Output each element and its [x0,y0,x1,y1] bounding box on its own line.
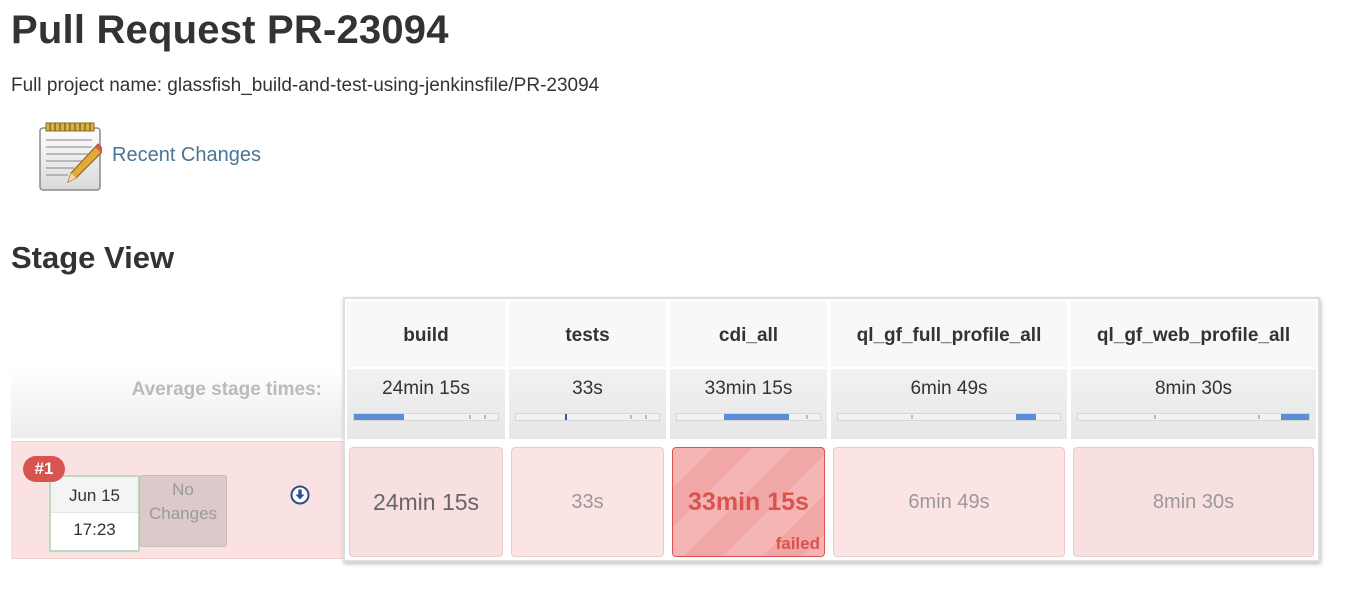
stage-progress-fill [1015,414,1036,420]
stage-progress-fill [354,414,405,420]
stage-table: build 24min 15s 24min 15s tests 33s 33s … [343,297,1320,562]
stage-progress-bar [1077,413,1310,421]
stage-average-ql-gf-full-profile-all: 6min 49s [831,369,1067,439]
stage-average-ql-gf-web-profile-all: 8min 30s [1071,369,1316,439]
stage-header-ql-gf-web-profile-all: ql_gf_web_profile_all [1071,301,1316,367]
stage-cell-duration: 33min 15s [688,488,809,516]
stage-column-cdi-all: cdi_all 33min 15s 33min 15s failed [668,299,829,560]
stage-column-build: build 24min 15s 24min 15s [345,299,507,560]
full-project-name: Full project name: glassfish_build-and-t… [11,75,600,96]
bar-tick [911,415,914,419]
recent-changes-link[interactable]: Recent Changes [38,122,261,192]
build-date: Jun 15 [51,477,138,513]
stage-column-ql-gf-full-profile-all: ql_gf_full_profile_all 6min 49s 6min 49s [829,299,1069,560]
download-icon[interactable] [289,484,311,506]
stage-header-build: build [347,301,505,367]
stage-progress-fill [1281,414,1309,420]
stage-progress-bar [353,413,499,421]
stage-average-tests: 33s [509,369,666,439]
failed-status-label: failed [775,534,820,553]
average-times-label: Average stage times: [131,379,322,400]
stage-column-tests: tests 33s 33s [507,299,668,560]
stage-column-ql-gf-web-profile-all: ql_gf_web_profile_all 8min 30s 8min 30s [1069,299,1318,560]
stage-average-build: 24min 15s [347,369,505,439]
build-changes-box: No Changes [139,475,227,547]
recent-changes-label[interactable]: Recent Changes [112,144,261,167]
stage-average-time: 33s [572,378,603,399]
stage-header-ql-gf-full-profile-all: ql_gf_full_profile_all [831,301,1067,367]
bar-tick [1258,415,1261,419]
notepad-icon [39,122,102,191]
stage-average-time: 8min 30s [1154,378,1233,399]
stage-cell-ql-gf-full-profile-all[interactable]: 6min 49s [833,447,1065,557]
stage-cell-build[interactable]: 24min 15s [349,447,503,557]
average-times-row-header: Average stage times: [11,367,343,438]
stage-average-time: 6min 49s [910,378,988,399]
stage-view-title: Stage View [11,240,175,275]
stage-header-tests: tests [509,301,666,367]
build-row[interactable]: #1 Jun 15 17:23 No Changes [11,441,343,559]
stage-progress-bar [676,413,821,421]
bar-tick [1154,415,1157,419]
build-timestamp: Jun 15 17:23 [49,475,140,552]
bar-tick [644,415,647,419]
stage-average-time: 24min 15s [382,378,470,399]
page-title: Pull Request PR-23094 [11,8,449,52]
bar-tick [483,415,486,419]
stage-progress-fill [724,414,789,420]
stage-cell-cdi-all[interactable]: 33min 15s failed [672,447,825,557]
stage-progress-bar [837,413,1061,421]
stage-header-cdi-all: cdi_all [670,301,827,367]
stage-progress-fill [564,414,567,420]
build-time: 17:23 [73,520,116,539]
stage-cell-ql-gf-web-profile-all[interactable]: 8min 30s [1073,447,1314,557]
bar-tick [630,415,633,419]
stage-average-time: 33min 15s [704,378,793,399]
stage-cell-tests[interactable]: 33s [511,447,664,557]
bar-tick [469,415,472,419]
stage-progress-bar [515,413,660,421]
bar-tick [805,415,808,419]
build-number-badge[interactable]: #1 [23,456,65,482]
stage-average-cdi-all: 33min 15s [670,369,827,439]
